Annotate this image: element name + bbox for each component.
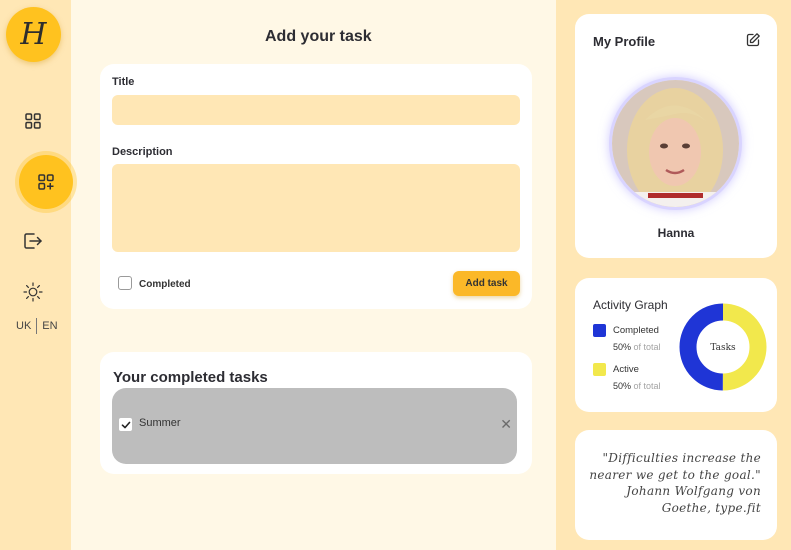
title-label: Title: [112, 76, 135, 88]
donut-chart: Tasks: [679, 303, 767, 391]
legend-percent-active: 50% of total: [613, 381, 661, 391]
task-text: Summer: [139, 417, 181, 429]
completed-tasks-card: Your completed tasks Summer ✕: [100, 352, 532, 474]
lang-en[interactable]: EN: [42, 320, 57, 332]
quote-card: "Difficulties increase the nearer we get…: [575, 430, 777, 540]
sidebar: H UK EN: [0, 0, 73, 550]
lang-uk[interactable]: UK: [16, 320, 31, 332]
edit-icon[interactable]: [745, 32, 761, 53]
sun-icon[interactable]: [21, 280, 45, 304]
activity-graph-card: Activity Graph Completed 50% of total Ac…: [575, 278, 777, 412]
legend-label-active: Active: [613, 364, 639, 375]
legend-swatch-completed: [593, 324, 606, 337]
activity-heading: Activity Graph: [593, 298, 668, 312]
legend-percent-value: 50%: [613, 381, 632, 391]
language-switcher: UK EN: [16, 318, 58, 334]
completed-checkbox[interactable]: [118, 276, 132, 290]
legend-percent-suffix: of total: [633, 342, 661, 352]
legend-swatch-active: [593, 363, 606, 376]
close-icon[interactable]: ✕: [500, 416, 512, 433]
quote-line: "Difficulties increase the: [602, 451, 761, 465]
legend-label-completed: Completed: [613, 325, 659, 336]
add-task-grid-icon: [38, 174, 54, 190]
app-logo[interactable]: H: [6, 7, 61, 62]
add-task-nav-button[interactable]: [19, 155, 73, 209]
title-input[interactable]: [112, 95, 520, 125]
description-label: Description: [112, 146, 173, 158]
add-task-button[interactable]: Add task: [453, 271, 520, 296]
legend-percent-completed: 50% of total: [613, 342, 661, 352]
logo-letter: H: [20, 16, 47, 52]
profile-heading: My Profile: [593, 34, 656, 49]
description-input[interactable]: [112, 164, 520, 252]
add-task-form: Title Description Completed Add task: [100, 64, 532, 309]
list-item: Summer ✕: [112, 388, 517, 464]
profile-card: My Profile Hanna: [575, 14, 777, 258]
checkmark-icon: [121, 421, 130, 428]
completed-label: Completed: [139, 279, 191, 290]
avatar: [612, 80, 739, 207]
task-checkbox[interactable]: [119, 418, 132, 431]
legend-percent-value: 50%: [613, 342, 632, 352]
quote-line: Goethe, type.fit: [661, 500, 761, 515]
quote-line: nearer we get to the goal.": [589, 467, 761, 482]
quote-text: "Difficulties increase the nearer we get…: [585, 450, 761, 516]
profile-name: Hanna: [657, 226, 695, 240]
right-panel: My Profile Hanna Activity Graph Complete…: [556, 0, 791, 550]
logout-icon[interactable]: [21, 229, 45, 253]
lang-divider: [36, 318, 38, 334]
quote-line: Johann Wolfgang von: [626, 484, 761, 498]
legend-percent-suffix: of total: [633, 381, 661, 391]
completed-tasks-heading: Your completed tasks: [113, 369, 268, 386]
donut-center-label: Tasks: [710, 343, 736, 353]
dashboard-grid-icon[interactable]: [21, 109, 45, 133]
page-title: Add your task: [265, 28, 372, 45]
